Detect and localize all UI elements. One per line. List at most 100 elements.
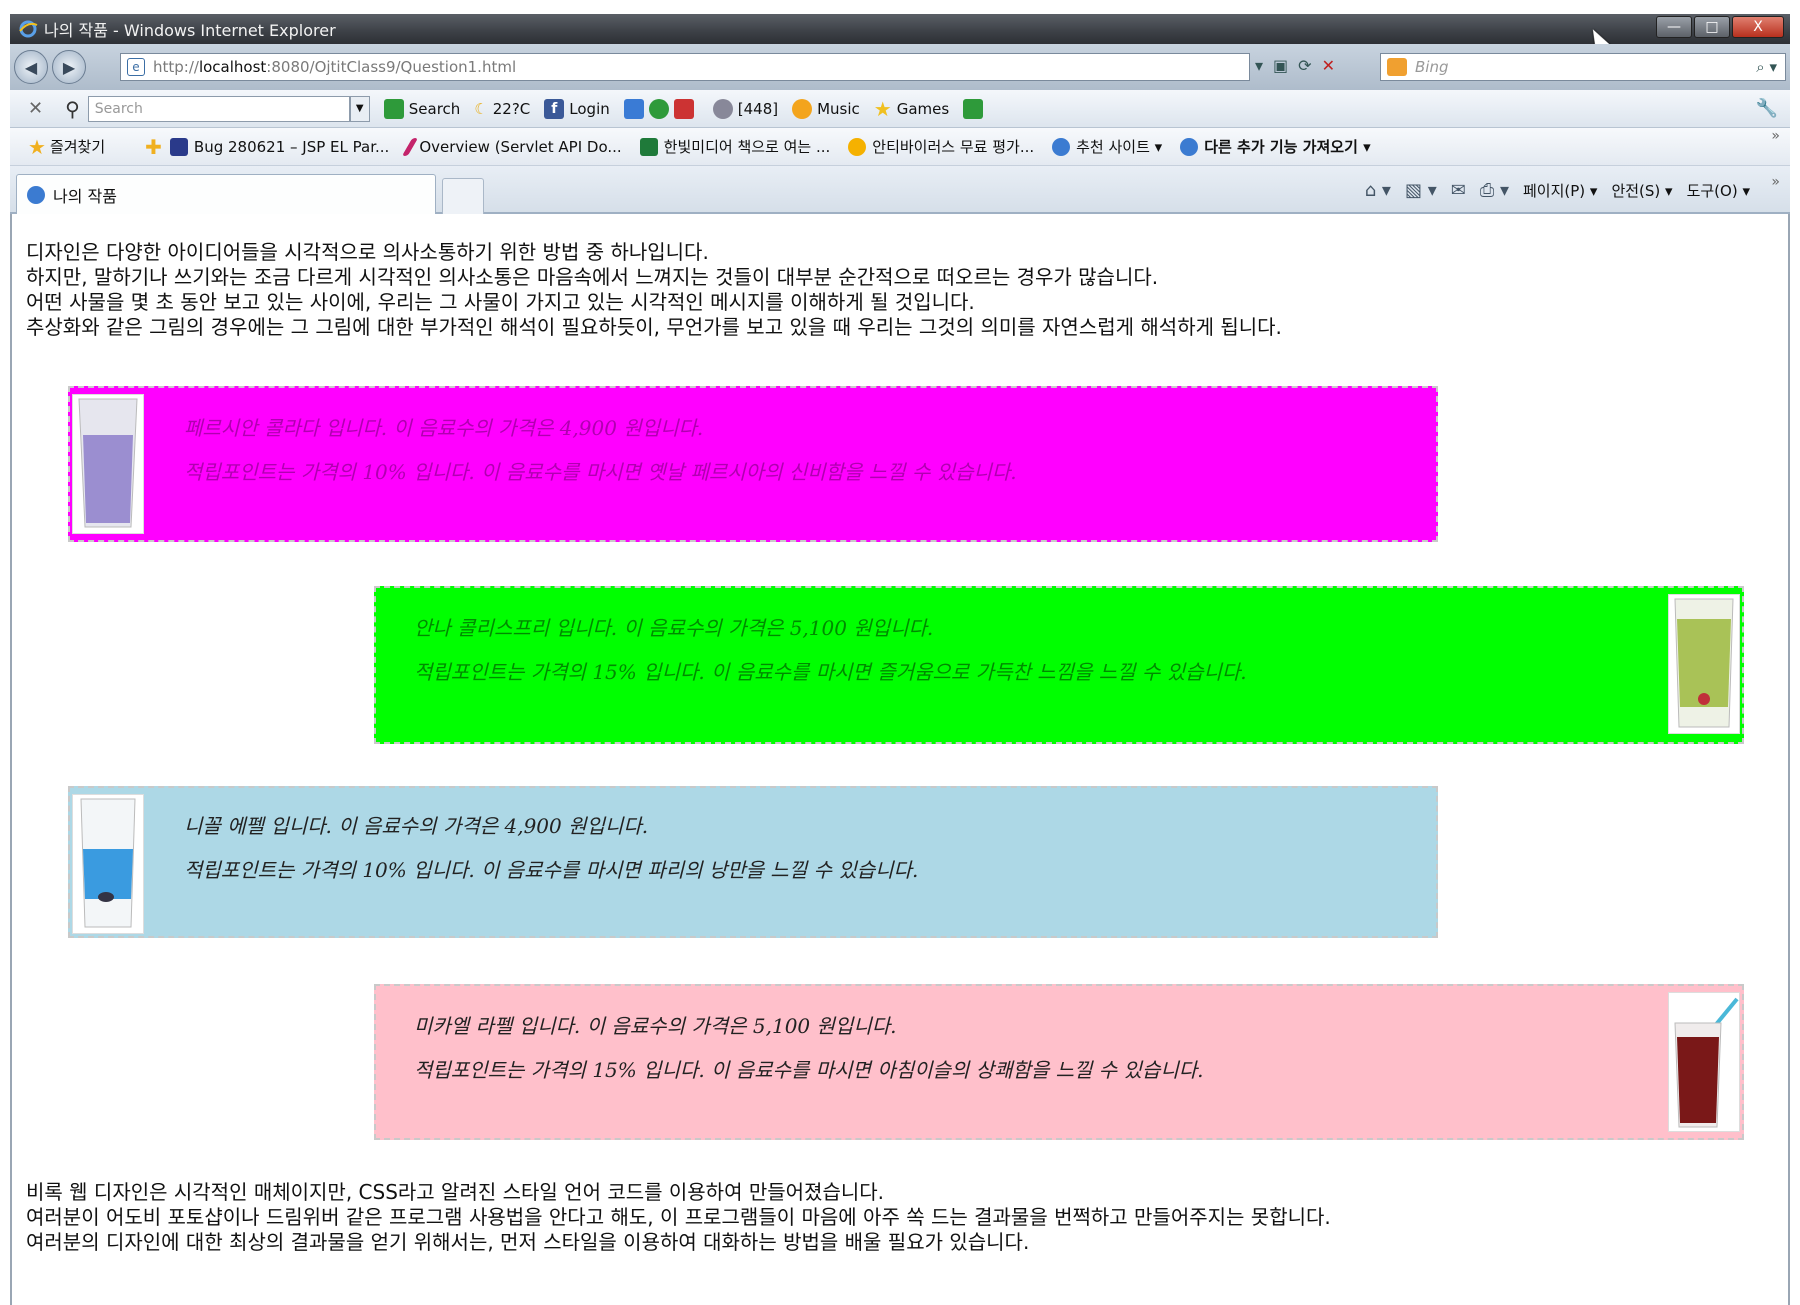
- drink-description: 미카엘 라펠 입니다. 이 음료수의 가격은 5,100 원입니다. 적립포인트…: [414, 1004, 1204, 1092]
- search-go-icon: [383, 98, 404, 119]
- drink-price-line: 미카엘 라펠 입니다. 이 음료수의 가격은 5,100 원입니다.: [414, 1014, 897, 1038]
- fav-link-bug[interactable]: Bug 280621 – JSP EL Par...: [169, 137, 389, 156]
- chevron-right-icon[interactable]: »: [1771, 174, 1780, 190]
- dropdown-icon[interactable]: ▾: [1255, 56, 1263, 75]
- close-toolbar-icon[interactable]: ✕: [28, 98, 43, 119]
- drink-point-line: 적립포인트는 가격의 10% 입니다. 이 음료수를 마시면 옛날 페르시아의 …: [184, 460, 1017, 484]
- page-menu[interactable]: 페이지(P) ▾: [1523, 180, 1597, 201]
- hanbit-icon: [639, 137, 658, 156]
- page-icon: e: [127, 58, 145, 76]
- antivirus-icon: [848, 137, 867, 156]
- forward-button[interactable]: ▶: [52, 50, 86, 84]
- page-content: 디자인은 다양한 아이디어들을 시각적으로 의사소통하기 위한 방법 중 하나입…: [10, 214, 1790, 1305]
- favorites-star-icon: ★: [28, 134, 46, 159]
- favorites-button[interactable]: ★ 즐겨찾기: [28, 135, 105, 159]
- drink-card: 미카엘 라펠 입니다. 이 음료수의 가격은 5,100 원입니다. 적립포인트…: [374, 984, 1744, 1140]
- fav-link-servlet[interactable]: Overview (Servlet API Do...: [402, 137, 622, 156]
- drink-card: 니꼴 에펠 입니다. 이 음료수의 가격은 4,900 원입니다. 적립포인트는…: [68, 786, 1438, 938]
- arrow-left-icon: ◀: [24, 57, 38, 77]
- fav-link-antivirus[interactable]: 안티바이러스 무료 평가...: [848, 136, 1034, 157]
- bing-placeholder: Bing: [1415, 58, 1449, 76]
- new-tab-button[interactable]: [442, 178, 484, 214]
- favorites-bar: ★ 즐겨찾기 ✚ Bug 280621 – JSP EL Par... Overv…: [10, 128, 1790, 166]
- home-icon[interactable]: ⌂ ▾: [1365, 180, 1391, 201]
- safety-menu[interactable]: 안전(S) ▾: [1611, 180, 1672, 201]
- outro-line: 여러분이 어도비 포토샵이나 드림위버 같은 프로그램 사용법을 안다고 해도,…: [26, 1205, 1331, 1229]
- outro-line: 여러분의 디자인에 대한 최상의 결과물을 얻기 위해서는, 먼저 스타일을 이…: [26, 1230, 1030, 1254]
- intro-line: 하지만, 말하기나 쓰기와는 조금 다르게 시각적인 의사소통은 마음속에서 느…: [26, 265, 1159, 289]
- arrow-right-icon: ▶: [62, 57, 76, 77]
- drink-card: 안나 콜리스프리 입니다. 이 음료수의 가격은 5,100 원입니다. 적립포…: [374, 586, 1744, 744]
- compatibility-icon[interactable]: ▣: [1273, 56, 1288, 75]
- servlet-icon: [402, 137, 419, 156]
- drink-description: 안나 콜리스프리 입니다. 이 음료수의 가격은 5,100 원입니다. 적립포…: [414, 606, 1247, 694]
- green-glass-image: [1668, 594, 1740, 734]
- recycle-icon: [963, 98, 984, 119]
- print-icon[interactable]: ⎙ ▾: [1480, 180, 1509, 201]
- rss-icon[interactable]: ▧ ▾: [1405, 180, 1437, 201]
- blue-glass-image: [72, 794, 144, 934]
- fav-link-hanbit[interactable]: 한빛미디어 책으로 여는 ...: [639, 136, 830, 157]
- youtube-icon: [673, 98, 694, 119]
- url-path: :8080/OjtitClass9/Question1.html: [266, 58, 517, 76]
- toolbar-facebook-login[interactable]: f Login: [544, 98, 610, 119]
- weather-icon: ☾: [474, 99, 488, 118]
- wrench-icon[interactable]: 🔧: [1756, 98, 1778, 119]
- url-host: localhost: [198, 58, 267, 76]
- back-button[interactable]: ◀: [14, 50, 48, 84]
- toolbar-music[interactable]: Music: [792, 98, 860, 119]
- eclipse-icon: [169, 137, 188, 156]
- bing-icon: [1387, 58, 1407, 76]
- url-prefix: http://: [153, 58, 199, 76]
- tab-title: 나의 작품: [53, 186, 117, 206]
- search-toolbar: ✕ ⚲ Search ▼ Search ☾ 22?C f Login [448] M…: [10, 90, 1790, 128]
- toolbar-mail[interactable]: [623, 98, 699, 119]
- address-bar: ◀ ▶ e http://localhost:8080/OjtitClass9/…: [10, 44, 1790, 90]
- chevron-right-icon[interactable]: »: [1771, 128, 1780, 144]
- fav-get-addons[interactable]: 다른 추가 기능 가져오기 ▾: [1180, 136, 1371, 157]
- drink-card: 페르시안 콜라다 입니다. 이 음료수의 가격은 4,900 원입니다. 적립포…: [68, 386, 1438, 542]
- red-glass-image: [1668, 992, 1740, 1132]
- tab-ie-icon: [27, 185, 45, 204]
- star-icon: ★: [873, 96, 892, 121]
- drink-description: 니꼴 에펠 입니다. 이 음료수의 가격은 4,900 원입니다. 적립포인트는…: [184, 804, 918, 892]
- magnifier-icon[interactable]: ⚲: [65, 97, 80, 121]
- toolbar-search-button[interactable]: Search: [383, 98, 460, 119]
- music-icon: [792, 98, 813, 119]
- drink-point-line: 적립포인트는 가격의 10% 입니다. 이 음료수를 마시면 파리의 낭만을 느…: [184, 858, 919, 882]
- add-favorite-icon: ✚: [145, 134, 162, 159]
- close-button[interactable]: X: [1732, 16, 1784, 38]
- drink-price-line: 안나 콜리스프리 입니다. 이 음료수의 가격은 5,100 원입니다.: [414, 616, 934, 640]
- command-bar: ⌂ ▾ ▧ ▾ ✉ ⎙ ▾ 페이지(P) ▾ 안전(S) ▾ 도구(O) ▾: [1365, 180, 1750, 201]
- minimize-button[interactable]: —: [1656, 16, 1692, 38]
- add-favorite-button[interactable]: ✚: [145, 135, 166, 159]
- url-input[interactable]: e http://localhost:8080/OjtitClass9/Ques…: [120, 53, 1250, 81]
- fav-suggested-sites[interactable]: 추천 사이트 ▾: [1052, 136, 1162, 157]
- intro-line: 디자인은 다양한 아이디어들을 시각적으로 의사소통하기 위한 방법 중 하나입…: [26, 240, 709, 264]
- stop-icon[interactable]: ✕: [1322, 56, 1335, 75]
- intro-paragraph: 디자인은 다양한 아이디어들을 시각적으로 의사소통하기 위한 방법 중 하나입…: [26, 240, 1282, 340]
- ie-small-icon: [1052, 137, 1071, 156]
- drink-description: 페르시안 콜라다 입니다. 이 음료수의 가격은 4,900 원입니다. 적립포…: [184, 406, 1017, 494]
- toolbar-search-dropdown[interactable]: ▼: [349, 95, 370, 122]
- facebook-icon: f: [544, 98, 565, 119]
- tab-active[interactable]: 나의 작품: [16, 174, 436, 214]
- toolbar-recycle[interactable]: [963, 98, 988, 119]
- ie-page-icon: [1180, 137, 1199, 156]
- intro-line: 추상화와 같은 그림의 경우에는 그 그림에 대한 부가적인 해석이 필요하듯이…: [26, 315, 1282, 339]
- bing-search-input[interactable]: Bing ⌕ ▾: [1380, 53, 1786, 81]
- toolbar-search-input[interactable]: Search: [87, 95, 350, 122]
- purple-glass-image: [72, 394, 144, 534]
- refresh-icon[interactable]: ⟳: [1298, 56, 1311, 75]
- maximize-button[interactable]: □: [1694, 16, 1730, 38]
- toolbar-counter[interactable]: [448]: [712, 98, 778, 119]
- drink-price-line: 니꼴 에펠 입니다. 이 음료수의 가격은 4,900 원입니다.: [184, 814, 649, 838]
- outro-line: 비록 웹 디자인은 시각적인 매체이지만, CSS라고 알려진 스타일 언어 코…: [26, 1180, 885, 1204]
- toolbar-games[interactable]: ★ Games: [874, 97, 949, 121]
- messenger-icon: [648, 98, 669, 119]
- address-tools: ▾ ▣ ⟳ ✕: [1255, 56, 1335, 75]
- tools-menu[interactable]: 도구(O) ▾: [1687, 180, 1750, 201]
- read-mail-icon[interactable]: ✉: [1451, 180, 1466, 201]
- toolbar-weather[interactable]: ☾ 22?C: [474, 100, 530, 118]
- search-icon[interactable]: ⌕ ▾: [1756, 58, 1777, 76]
